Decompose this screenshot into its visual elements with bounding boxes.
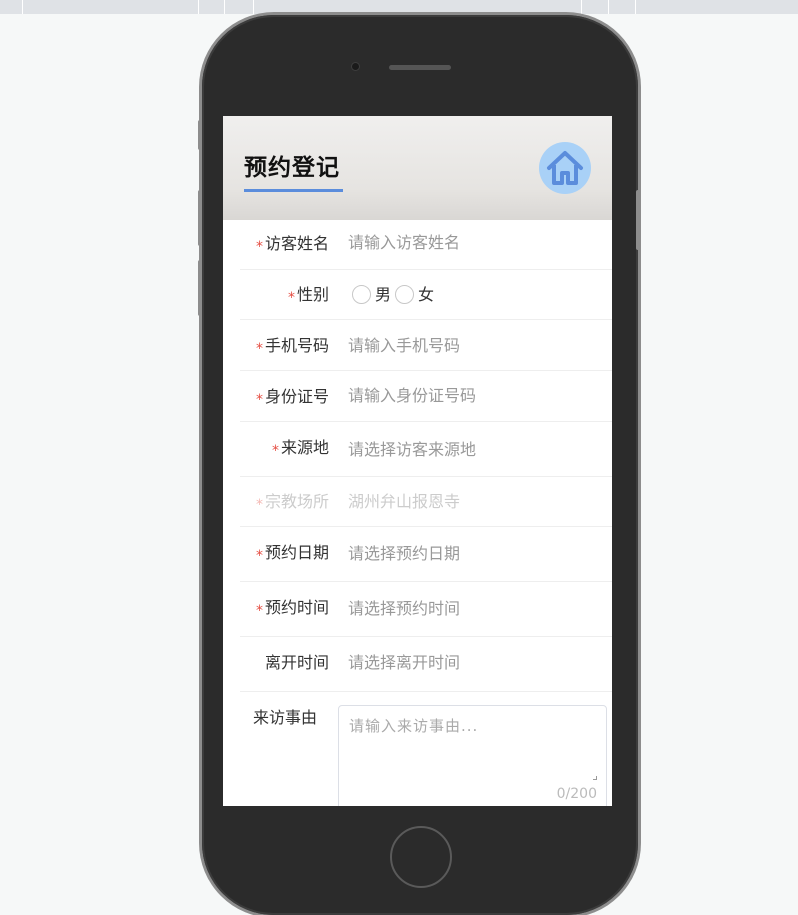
leave-time-select[interactable]: 请选择离开时间: [348, 653, 460, 673]
id-number-row: * 身份证号 请输入身份证号码: [240, 371, 612, 422]
gender-label-text: 性别: [296, 285, 329, 304]
strip-divider: [581, 0, 582, 14]
phone-speaker: [389, 65, 451, 70]
required-mark: *: [271, 443, 279, 459]
phone-label-text: 手机号码: [264, 336, 329, 355]
phone-input[interactable]: 请输入手机号码: [348, 336, 460, 356]
gender-label: * 性别: [288, 285, 329, 306]
phone-mute-switch: [198, 120, 202, 150]
browser-top-strip: [0, 0, 798, 14]
gender-radio-female[interactable]: [395, 285, 415, 304]
gender-option-female[interactable]: 女: [418, 285, 434, 304]
phone-label: * 手机号码: [256, 336, 329, 357]
page-title: 预约登记: [244, 155, 340, 181]
date-select[interactable]: 请选择预约日期: [348, 544, 460, 564]
time-row: * 预约时间 请选择预约时间: [240, 582, 612, 637]
strip-divider: [198, 0, 199, 14]
venue-row: * 宗教场所 湖州弁山报恩寺: [240, 477, 612, 527]
strip-divider: [22, 0, 23, 14]
time-label-text: 预约时间: [264, 598, 329, 617]
strip-divider: [224, 0, 225, 14]
venue-label: * 宗教场所: [256, 492, 329, 513]
required-mark: *: [255, 603, 263, 619]
strip-divider: [253, 0, 254, 14]
phone-screen: 预约登记 * 访客姓名 请输入访客姓名 * 性别 男女 * 手机号码 请输入手机号码 …: [223, 116, 612, 806]
gender-radio-group: 男女: [352, 284, 438, 305]
phone-camera: [352, 63, 359, 70]
origin-row: * 来源地 请选择访客来源地: [240, 422, 612, 477]
date-row: * 预约日期 请选择预约日期: [240, 527, 612, 582]
venue-field: 湖州弁山报恩寺: [348, 492, 461, 511]
reason-placeholder: 请输入来访事由...: [349, 717, 479, 735]
strip-divider: [635, 0, 636, 14]
phone-power-button: [636, 190, 640, 250]
date-label: * 预约日期: [256, 543, 329, 564]
id-number-label-text: 身份证号: [264, 387, 329, 406]
home-icon: [547, 151, 583, 185]
required-mark: *: [255, 341, 263, 357]
required-mark: *: [255, 548, 263, 564]
required-mark: *: [255, 239, 263, 255]
phone-home-button: [390, 826, 452, 888]
date-label-text: 预约日期: [264, 543, 329, 562]
required-mark: *: [255, 392, 263, 408]
reason-textarea[interactable]: 请输入来访事由... 0/200: [338, 705, 607, 806]
phone-volume-up: [198, 190, 202, 246]
gender-row: * 性别 男女: [240, 270, 612, 320]
required-mark: *: [287, 290, 295, 306]
gender-radio-male[interactable]: [352, 285, 371, 304]
visitor-name-label: * 访客姓名: [256, 234, 329, 255]
leave-time-row: 离开时间 请选择离开时间: [240, 637, 612, 692]
id-number-input[interactable]: 请输入身份证号码: [348, 386, 476, 406]
id-number-label: * 身份证号: [256, 387, 329, 408]
home-button[interactable]: [539, 142, 591, 194]
visitor-name-row: * 访客姓名 请输入访客姓名: [240, 220, 612, 270]
origin-label-text: 来源地: [280, 438, 329, 457]
title-underline: [244, 189, 343, 192]
reason-char-count: 0/200: [556, 786, 597, 802]
origin-label: * 来源地: [272, 438, 329, 459]
phone-row: * 手机号码 请输入手机号码: [240, 320, 612, 371]
phone-volume-down: [198, 260, 202, 316]
time-select[interactable]: 请选择预约时间: [348, 599, 460, 619]
strip-divider: [608, 0, 609, 14]
visitor-name-label-text: 访客姓名: [264, 234, 329, 253]
leave-time-label: 离开时间: [264, 653, 329, 672]
page-header: 预约登记: [223, 116, 612, 220]
origin-select[interactable]: 请选择访客来源地: [348, 440, 476, 460]
gender-option-male[interactable]: 男: [375, 285, 391, 304]
reason-label: 来访事由: [253, 708, 318, 727]
resize-handle-icon[interactable]: [593, 776, 597, 780]
visitor-name-input[interactable]: 请输入访客姓名: [348, 233, 460, 253]
time-label: * 预约时间: [256, 598, 329, 619]
required-mark: *: [255, 497, 263, 513]
venue-label-text: 宗教场所: [264, 492, 329, 511]
